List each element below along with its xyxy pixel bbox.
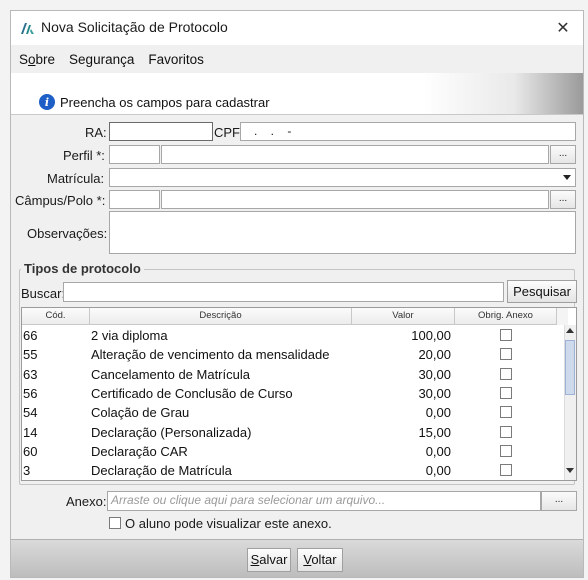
chevron-down-icon <box>563 175 571 180</box>
menu-bar: Sobre Segurança Favoritos <box>11 47 583 71</box>
scroll-up-icon[interactable] <box>566 328 574 333</box>
perfil-lookup-button[interactable]: ... <box>550 145 576 164</box>
buscar-label: Buscar: <box>21 286 66 301</box>
campus-code-input[interactable] <box>109 190 160 209</box>
cell-cod: 60 <box>23 443 38 459</box>
cell-valor: 0,00 <box>425 463 451 479</box>
table-row[interactable]: 14 Declaração (Personalizada) 15,00 <box>22 423 557 442</box>
voltar-button[interactable]: Voltar <box>297 548 343 572</box>
menu-seguranca[interactable]: Segurança <box>69 52 134 67</box>
observacoes-label: Observações: <box>27 226 108 241</box>
column-header-obrig-anexo[interactable]: Obrig. Anexo <box>455 308 557 325</box>
obrig-anexo-checkbox[interactable] <box>500 348 512 361</box>
close-icon[interactable]: ✕ <box>551 16 575 40</box>
tipos-protocolo-table: Cód. Descrição Valor Obrig. Anexo 66 2 vi… <box>21 307 577 481</box>
cell-cod: 55 <box>23 347 38 363</box>
info-banner: i Preencha os campos para cadastrar <box>11 73 583 115</box>
cell-cod: 54 <box>23 405 38 421</box>
ra-label: RA: <box>85 125 107 140</box>
cell-cod: 3 <box>23 463 31 479</box>
aluno-visualizar-label: O aluno pode visualizar este anexo. <box>125 516 332 531</box>
ra-input[interactable] <box>109 122 213 141</box>
campus-name-input[interactable] <box>161 190 549 209</box>
obrig-anexo-checkbox[interactable] <box>500 329 512 341</box>
cell-valor: 30,00 <box>418 385 451 401</box>
obrig-anexo-checkbox[interactable] <box>500 464 512 477</box>
anexo-label: Anexo: <box>66 494 107 509</box>
buscar-input[interactable] <box>63 282 504 302</box>
cell-valor: 20,00 <box>418 347 451 363</box>
cell-descricao: Declaração (Personalizada) <box>91 424 252 440</box>
cell-cod: 66 <box>23 328 38 343</box>
perfil-label: Perfil *: <box>63 148 105 163</box>
anexo-dropzone[interactable]: Arraste ou clique aqui para selecionar u… <box>107 491 541 511</box>
scroll-down-icon[interactable] <box>566 468 574 473</box>
table-header: Cód. Descrição Valor Obrig. Anexo <box>22 308 568 325</box>
window-title: Nova Solicitação de Protocolo <box>41 19 228 35</box>
cell-descricao: Declaração CAR <box>91 443 188 459</box>
table-row[interactable]: 60 Declaração CAR 0,00 <box>22 442 557 461</box>
cell-descricao: 2 via diploma <box>91 328 168 343</box>
obrig-anexo-checkbox[interactable] <box>500 386 512 399</box>
title-bar: Nova Solicitação de Protocolo ✕ <box>11 11 583 45</box>
pesquisar-button[interactable]: Pesquisar <box>507 280 577 303</box>
obrig-anexo-checkbox[interactable] <box>500 367 512 380</box>
aluno-visualizar-checkbox[interactable] <box>109 517 121 529</box>
matricula-label: Matrícula: <box>47 171 105 186</box>
cell-cod: 14 <box>23 424 38 440</box>
dialog-footer: Salvar Voltar <box>11 539 583 577</box>
table-row[interactable]: 55 Alteração de vencimento da mensalidade… <box>22 345 557 364</box>
perfil-name-input[interactable] <box>161 145 549 164</box>
cpf-input[interactable]: . . - <box>240 122 576 141</box>
cell-descricao: Declaração de Matrícula <box>91 463 232 479</box>
cell-valor: 100,00 <box>411 328 451 343</box>
cell-cod: 56 <box>23 385 38 401</box>
info-text: Preencha os campos para cadastrar <box>60 95 270 110</box>
obrig-anexo-checkbox[interactable] <box>500 406 512 419</box>
perfil-code-input[interactable] <box>109 145 160 164</box>
column-header-cod[interactable]: Cód. <box>22 308 90 325</box>
menu-favoritos[interactable]: Favoritos <box>148 52 204 67</box>
scrollbar-thumb[interactable] <box>565 340 575 395</box>
cell-descricao: Cancelamento de Matrícula <box>91 366 250 382</box>
column-header-valor[interactable]: Valor <box>352 308 455 325</box>
cell-valor: 15,00 <box>418 424 451 440</box>
cell-valor: 0,00 <box>425 405 451 421</box>
column-header-descricao[interactable]: Descrição <box>90 308 352 325</box>
cell-valor: 30,00 <box>418 366 451 382</box>
observacoes-textarea[interactable] <box>109 211 576 254</box>
table-row[interactable]: 54 Colação de Grau 0,00 <box>22 403 557 422</box>
salvar-button[interactable]: Salvar <box>247 548 291 572</box>
tipos-protocolo-title: Tipos de protocolo <box>21 261 144 276</box>
menu-sobre[interactable]: Sobre <box>19 52 55 67</box>
table-row[interactable]: 66 2 via diploma 100,00 <box>22 326 557 345</box>
campus-label: Câmpus/Polo *: <box>15 193 106 208</box>
table-row[interactable]: 3 Declaração de Matrícula 0,00 <box>22 461 557 480</box>
dialog-window: Nova Solicitação de Protocolo ✕ Sobre Se… <box>10 10 584 578</box>
cell-descricao: Alteração de vencimento da mensalidade <box>91 347 330 363</box>
cell-valor: 0,00 <box>425 443 451 459</box>
obrig-anexo-checkbox[interactable] <box>500 444 512 457</box>
table-row[interactable]: 63 Cancelamento de Matrícula 30,00 <box>22 365 557 384</box>
info-icon: i <box>39 94 55 110</box>
cell-descricao: Certificado de Conclusão de Curso <box>91 385 293 401</box>
cell-descricao: Colação de Grau <box>91 405 190 421</box>
cell-cod: 63 <box>23 366 38 382</box>
anexo-browse-button[interactable]: ... <box>541 491 577 511</box>
campus-lookup-button[interactable]: ... <box>550 190 576 209</box>
table-row[interactable]: 56 Certificado de Conclusão de Curso 30,00 <box>22 384 557 403</box>
app-logo-icon <box>21 23 34 34</box>
matricula-select[interactable] <box>109 168 576 187</box>
obrig-anexo-checkbox[interactable] <box>500 425 512 438</box>
